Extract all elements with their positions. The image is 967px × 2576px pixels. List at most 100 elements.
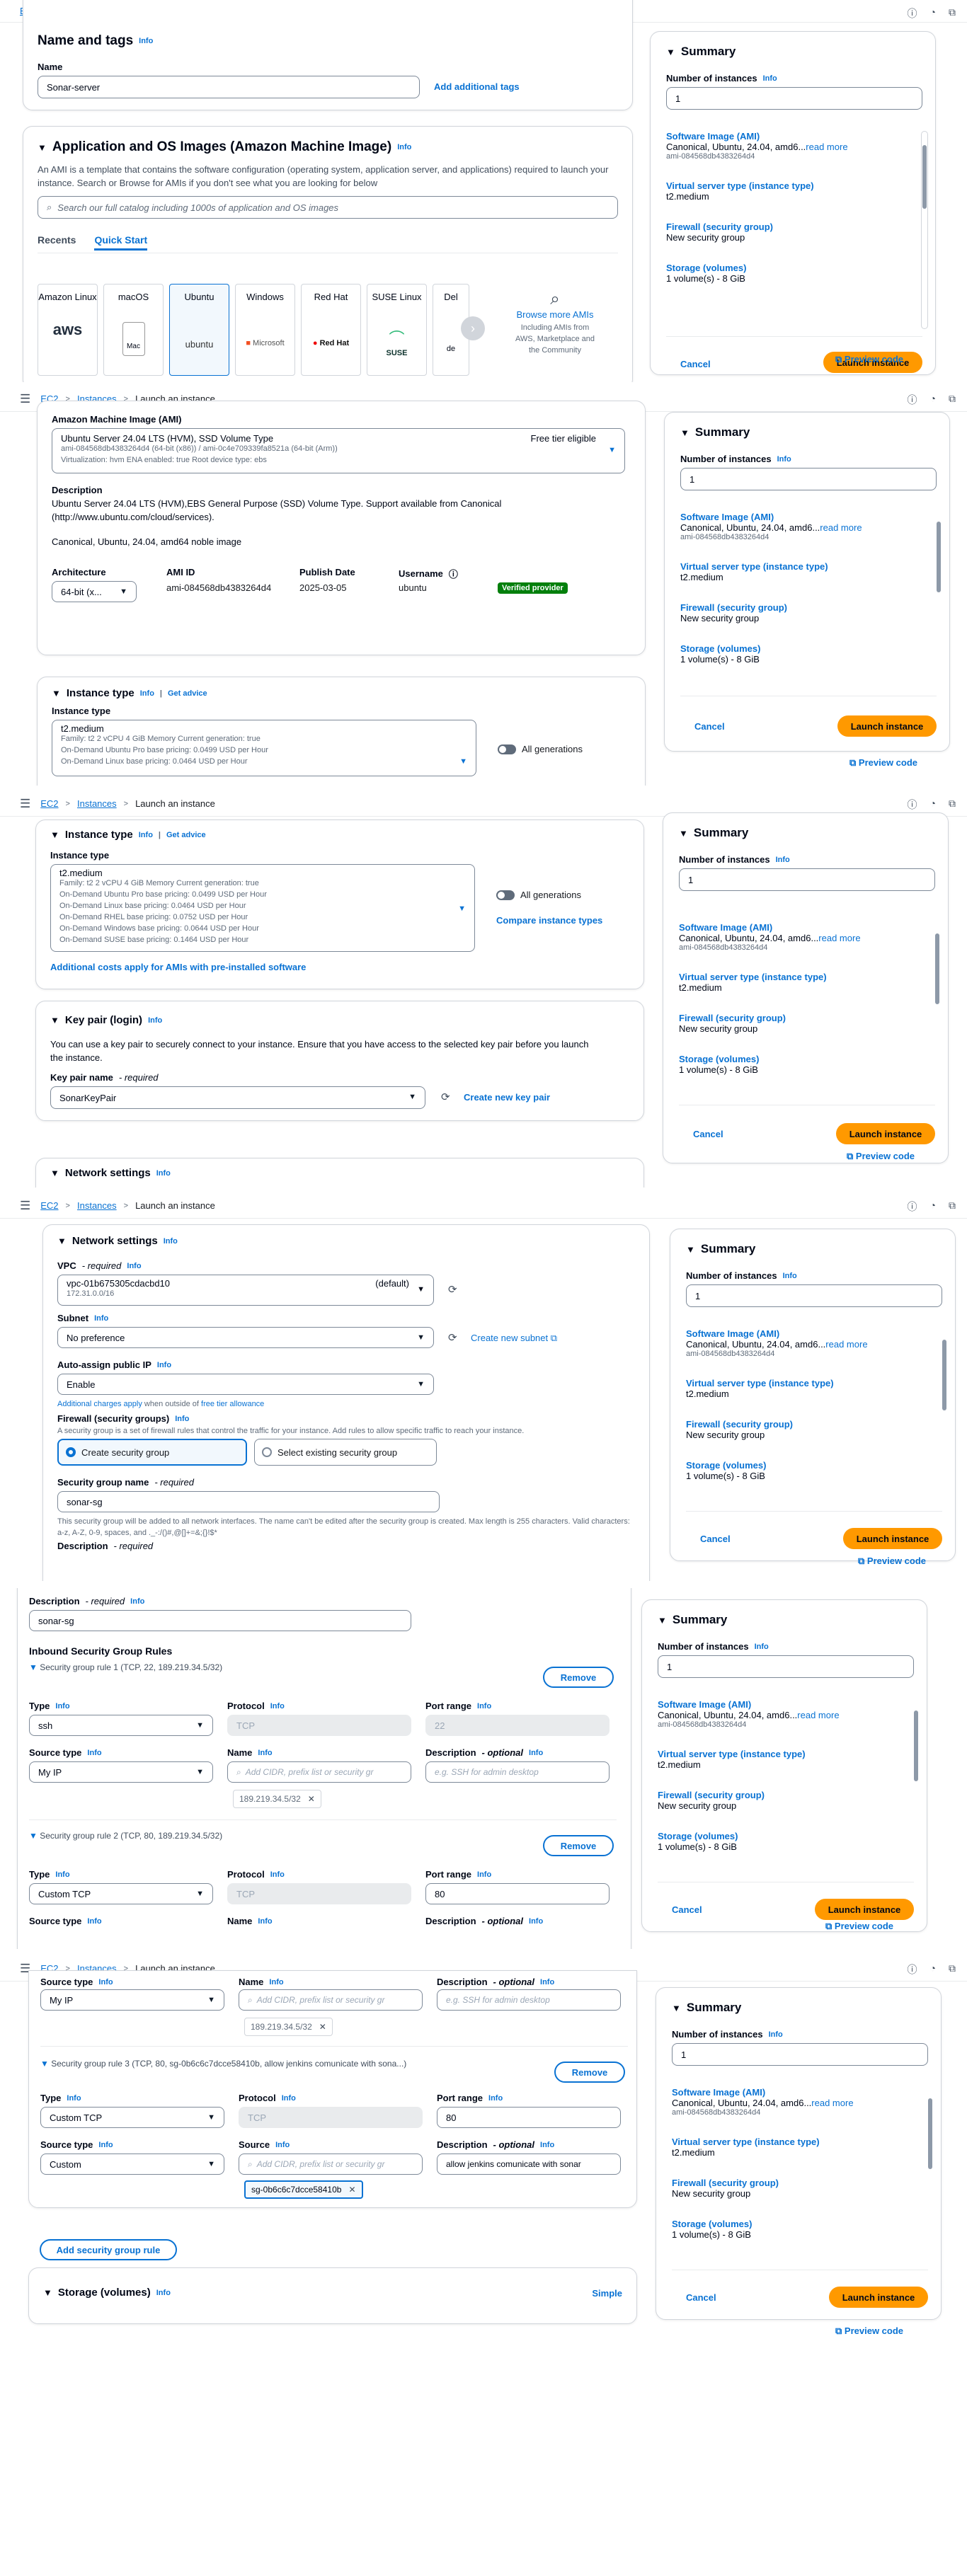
summary-ami-title[interactable]: Software Image (AMI) <box>686 1328 927 1339</box>
info-link[interactable]: Info <box>139 37 153 45</box>
instance-type-select[interactable]: t2.medium Family: t2 2 vCPU 4 GiB Memory… <box>52 720 476 776</box>
r3-desc-input[interactable]: allow jenkins comunicate with sonar <box>437 2154 621 2175</box>
instance-type-select[interactable]: t2.medium Family: t2 2 vCPU 4 GiB Memory… <box>50 864 475 952</box>
info-link[interactable]: Info <box>477 1702 491 1710</box>
preview-code-link[interactable]: ⧉ Preview code <box>847 1151 915 1162</box>
preview-code-link[interactable]: ⧉ Preview code <box>825 1921 893 1932</box>
remove-rule3-button[interactable]: Remove <box>554 2062 625 2083</box>
info-circle-icon[interactable]: ⓘ <box>908 6 917 21</box>
sg-name-input[interactable]: sonar-sg <box>57 1491 440 1512</box>
breadcrumb-instances[interactable]: Instances <box>77 798 117 809</box>
info-circle-icon[interactable]: ⓘ <box>908 1962 917 1977</box>
menu-icon[interactable]: ☰ <box>20 797 30 811</box>
browse-more-link[interactable]: Browse more AMIs <box>510 309 600 320</box>
read-more-link[interactable]: read more <box>797 1710 839 1720</box>
external-icon[interactable]: ⧉ <box>949 1962 956 1977</box>
summary-ami-title[interactable]: Software Image (AMI) <box>680 512 921 522</box>
tiles-next-button[interactable]: › <box>461 316 485 340</box>
remove-rule1-button[interactable]: Remove <box>543 1667 614 1688</box>
r2-source-input[interactable]: ⌕ Add CIDR, prefix list or security gr <box>239 1989 423 2011</box>
breadcrumb-ec2[interactable]: EC2 <box>40 1200 58 1211</box>
summary-ami-title[interactable]: Software Image (AMI) <box>658 1699 898 1710</box>
summary-scroll-thumb[interactable] <box>928 2098 932 2169</box>
compare-instance-types-link[interactable]: Compare instance types <box>496 915 602 926</box>
number-instances-input[interactable]: 1 <box>658 1655 914 1678</box>
tile-ubuntu[interactable]: Ubuntu ubuntu <box>169 284 229 376</box>
free-tier-link[interactable]: free tier allowance <box>201 1400 264 1408</box>
auto-ip-select[interactable]: Enable ▼ <box>57 1374 434 1395</box>
r2-desc-input[interactable]: e.g. SSH for admin desktop <box>437 1989 621 2011</box>
external-icon[interactable]: ⧉ <box>949 393 956 407</box>
charges-link[interactable]: Additional charges apply <box>57 1400 142 1408</box>
r2-port-input[interactable]: 80 <box>425 1883 610 1904</box>
close-icon[interactable]: ✕ <box>319 2022 326 2032</box>
info-link[interactable]: Info <box>87 1749 101 1757</box>
cancel-button[interactable]: Cancel <box>693 1129 723 1139</box>
cancel-button[interactable]: Cancel <box>700 1534 731 1544</box>
instance-type-title[interactable]: ▼ Instance type Info | Get advice <box>50 829 206 841</box>
r3-port-input[interactable]: 80 <box>437 2107 621 2128</box>
read-more-link[interactable]: read more <box>825 1339 867 1350</box>
number-instances-input[interactable]: 1 <box>679 868 935 891</box>
storage-title[interactable]: ▼ Storage (volumes) Info <box>43 2287 171 2299</box>
summary-scroll-thumb[interactable] <box>935 933 939 1004</box>
info-link[interactable]: Info <box>156 2289 171 2297</box>
sg-description-input[interactable]: sonar-sg <box>29 1610 411 1631</box>
info-link[interactable]: Info <box>488 2094 503 2103</box>
refresh-icon[interactable]: ⟳ <box>448 1283 457 1296</box>
architecture-select[interactable]: 64-bit (x... ▼ <box>52 581 137 602</box>
external-icon[interactable]: ⧉ <box>949 6 956 21</box>
info-link[interactable]: Info <box>776 856 790 864</box>
info-link[interactable]: Info <box>157 1361 171 1369</box>
summary-ami-title[interactable]: Software Image (AMI) <box>672 2087 912 2098</box>
vpc-select[interactable]: vpc-01b675305cdacbd10 172.31.0.0/16 (def… <box>57 1275 434 1306</box>
summary-firewall-title[interactable]: Firewall (security group) <box>680 602 921 613</box>
breadcrumb-instances[interactable]: Instances <box>77 1200 117 1211</box>
additional-costs-link[interactable]: Additional costs apply for AMIs with pre… <box>50 962 306 972</box>
browse-more[interactable]: ⌕ Browse more AMIs Including AMIs from A… <box>510 289 600 357</box>
summary-title[interactable]: ▼ Summary <box>680 425 750 439</box>
info-link[interactable]: Info <box>175 1415 189 1423</box>
info-link[interactable]: Info <box>269 1978 283 1986</box>
summary-title[interactable]: ▼ Summary <box>672 2001 741 2015</box>
info-link[interactable]: Info <box>67 2094 81 2103</box>
info-link[interactable]: Info <box>477 1870 491 1879</box>
subnet-select[interactable]: No preference ▼ <box>57 1327 434 1348</box>
rule1-header[interactable]: ▼ Security group rule 1 (TCP, 22, 189.21… <box>29 1662 222 1672</box>
info-link[interactable]: Info <box>87 1917 101 1926</box>
info-link[interactable]: Info <box>540 1978 554 1986</box>
summary-firewall-title[interactable]: Firewall (security group) <box>666 222 907 232</box>
r2-type-select[interactable]: Custom TCP ▼ <box>29 1883 213 1904</box>
tile-windows[interactable]: Windows ■ Microsoft <box>235 284 295 376</box>
read-more-link[interactable]: read more <box>806 142 847 152</box>
r3-source-type-select[interactable]: Custom ▼ <box>40 2154 224 2175</box>
r1-desc-input[interactable]: e.g. SSH for admin desktop <box>425 1761 610 1783</box>
all-generations-toggle[interactable]: All generations <box>498 744 583 754</box>
preview-code-link[interactable]: ⧉ Preview code <box>858 1556 926 1567</box>
info-link[interactable]: Info <box>270 1870 285 1879</box>
summary-ami-title[interactable]: Software Image (AMI) <box>666 131 907 142</box>
info-link[interactable]: Info <box>763 74 777 83</box>
summary-type-title[interactable]: Virtual server type (instance type) <box>686 1378 927 1388</box>
tile-red-hat[interactable]: Red Hat ● Red Hat <box>301 284 361 376</box>
summary-title[interactable]: ▼ Summary <box>666 45 736 59</box>
network-title[interactable]: ▼ Network settings Info <box>57 1235 178 1247</box>
info-link[interactable]: Info <box>270 1702 285 1710</box>
summary-type-title[interactable]: Virtual server type (instance type) <box>679 972 920 982</box>
tile-macos[interactable]: macOS Mac <box>103 284 164 376</box>
refresh-icon[interactable]: ⟳ <box>441 1091 450 1103</box>
info-link[interactable]: Info <box>127 1262 141 1270</box>
launch-instance-button[interactable]: Launch instance <box>815 1899 914 1920</box>
summary-storage-title[interactable]: Storage (volumes) <box>686 1460 927 1471</box>
cancel-button[interactable]: Cancel <box>694 721 725 732</box>
name-input[interactable]: Sonar-server <box>38 76 420 98</box>
clock-icon[interactable]: ◔ <box>930 6 936 21</box>
info-link[interactable]: Info <box>140 689 154 698</box>
summary-scroll-thumb[interactable] <box>937 522 941 592</box>
info-circle-icon[interactable]: ⓘ <box>908 798 917 812</box>
menu-icon[interactable]: ☰ <box>20 1199 30 1213</box>
summary-scroll-thumb[interactable] <box>914 1710 918 1781</box>
tab-recents[interactable]: Recents <box>38 231 76 251</box>
ami-search-input[interactable]: ⌕ Search our full catalog including 1000s… <box>38 196 618 219</box>
info-link[interactable]: Info <box>55 1702 69 1710</box>
